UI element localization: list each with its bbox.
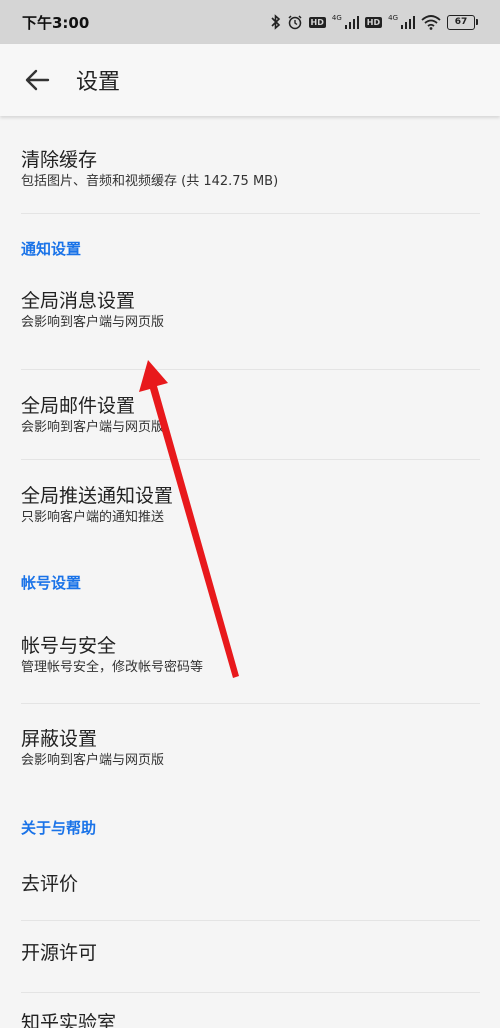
battery-icon: 67	[447, 14, 478, 30]
arrow-left-icon	[25, 69, 50, 91]
network-type-1: 4G	[331, 13, 342, 22]
section-header-notification: 通知设置	[21, 240, 82, 258]
item-title: 去评价	[21, 873, 79, 895]
network-type-2: 4G	[388, 13, 398, 22]
account-security-item[interactable]: 帐号与安全 管理帐号安全，修改帐号密码等	[0, 617, 500, 704]
alarm-icon	[287, 14, 303, 30]
rate-item[interactable]: 去评价	[0, 850, 500, 921]
hd-badge-2: HD	[364, 16, 383, 28]
item-subtitle: 管理帐号安全，修改帐号密码等	[21, 660, 204, 675]
status-bar: 下午3:00 HD 4G HD 4G 67	[0, 0, 500, 44]
settings-screen: 下午3:00 HD 4G HD 4G 67 设置 清除缓存 包括图片、音频和视频…	[0, 0, 500, 1028]
item-title: 全局消息设置	[21, 290, 136, 312]
bluetooth-icon	[270, 14, 281, 30]
hd-badge-1: HD	[308, 16, 326, 28]
item-subtitle: 会影响到客户端与网页版	[21, 753, 165, 768]
page-title: 设置	[76, 70, 121, 95]
global-message-settings-item[interactable]: 全局消息设置 会影响到客户端与网页版	[0, 286, 500, 370]
item-title: 全局推送通知设置	[21, 485, 174, 507]
item-subtitle: 包括图片、音频和视频缓存 (共 142.75 MB)	[21, 174, 279, 189]
wifi-icon	[421, 14, 441, 30]
item-subtitle: 只影响客户端的通知推送	[21, 510, 165, 525]
item-title: 知乎实验室	[21, 1012, 117, 1028]
item-title: 全局邮件设置	[21, 395, 136, 417]
app-bar: 设置	[0, 44, 500, 116]
divider	[21, 213, 480, 214]
item-title: 帐号与安全	[21, 635, 117, 657]
battery-level: 67	[447, 14, 475, 30]
signal-icon-2	[401, 15, 415, 29]
item-title: 清除缓存	[21, 149, 98, 171]
lab-item[interactable]: 知乎实验室	[0, 993, 500, 1028]
open-source-license-item[interactable]: 开源许可	[0, 921, 500, 993]
back-button[interactable]	[22, 65, 52, 95]
clear-cache-item[interactable]: 清除缓存 包括图片、音频和视频缓存 (共 142.75 MB)	[0, 116, 500, 214]
item-subtitle: 会影响到客户端与网页版	[21, 315, 165, 330]
section-header-about: 关于与帮助	[21, 819, 97, 837]
item-title: 开源许可	[21, 942, 98, 964]
section-header-account: 帐号设置	[21, 574, 82, 592]
status-time: 下午3:00	[22, 13, 90, 32]
item-title: 屏蔽设置	[21, 728, 98, 750]
item-subtitle: 会影响到客户端与网页版	[21, 420, 165, 435]
status-icons: HD 4G HD 4G 67	[270, 13, 478, 30]
block-settings-item[interactable]: 屏蔽设置 会影响到客户端与网页版	[0, 704, 500, 794]
signal-icon-1	[344, 15, 359, 29]
global-push-settings-item[interactable]: 全局推送通知设置 只影响客户端的通知推送	[0, 460, 500, 549]
settings-list: 清除缓存 包括图片、音频和视频缓存 (共 142.75 MB) 通知设置 全局消…	[0, 116, 500, 1028]
global-mail-settings-item[interactable]: 全局邮件设置 会影响到客户端与网页版	[0, 370, 500, 460]
